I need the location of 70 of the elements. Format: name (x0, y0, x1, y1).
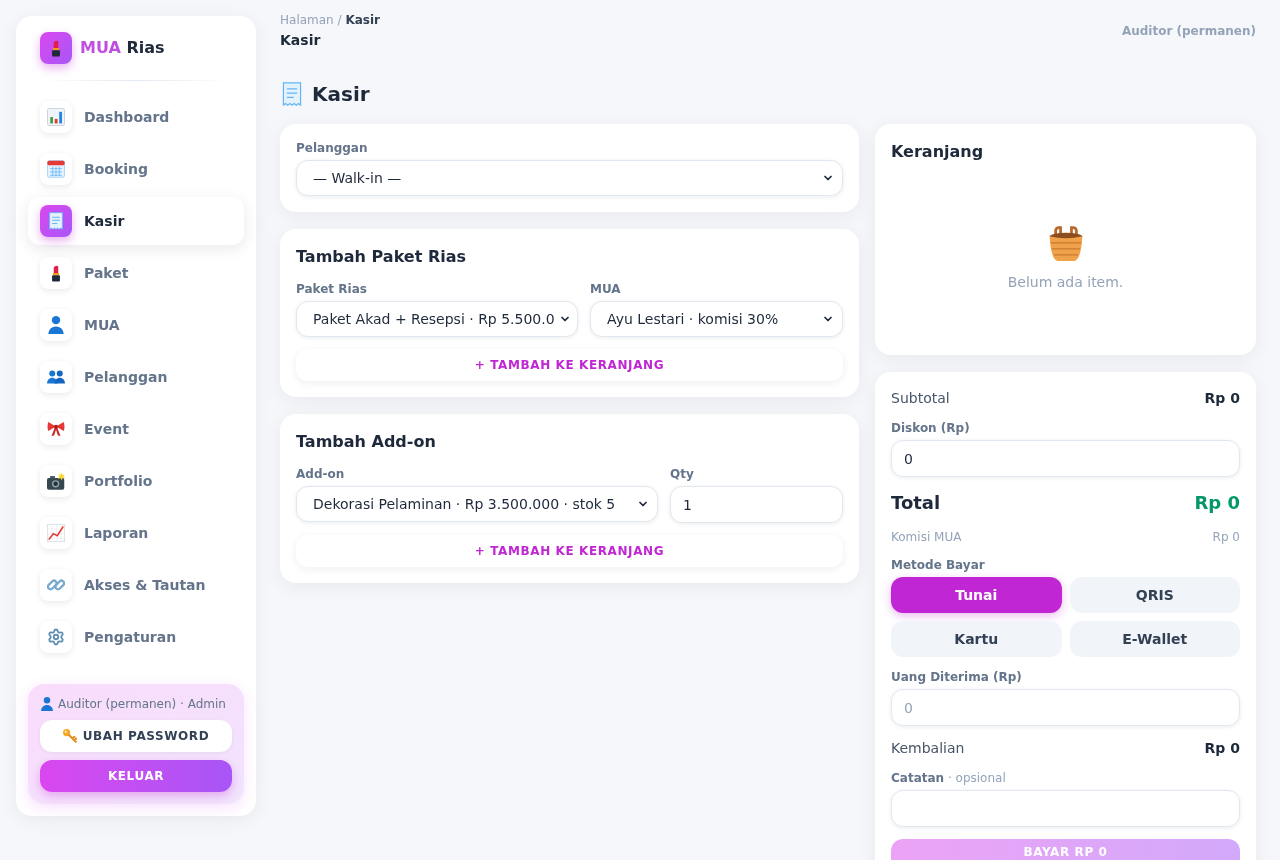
basket-icon (1047, 226, 1084, 262)
nav-item[interactable]: Paket (28, 249, 244, 297)
nav-item[interactable]: Portfolio (28, 457, 244, 505)
topbar-title: Kasir (280, 31, 322, 50)
change-label: Kembalian (891, 739, 965, 758)
add-to-cart-button[interactable]: + TAMBAH KE KERANJANG (296, 535, 843, 567)
field-label: Diskon (Rp) (891, 420, 971, 436)
payment-method-button[interactable]: Tunai (891, 577, 1062, 613)
nav-item[interactable]: Dashboard (28, 93, 244, 141)
nav-item[interactable]: Booking (28, 145, 244, 193)
nav-item[interactable]: Pengaturan (28, 613, 244, 661)
receipt-icon (280, 82, 304, 106)
nav-item[interactable]: Event (28, 405, 244, 453)
field-label: Uang Diterima (Rp) (891, 669, 1023, 685)
field-label: Paket Rias (296, 281, 368, 297)
field-label: Pelanggan (296, 140, 369, 156)
mua-select[interactable]: Ayu Lestari · komisi 30% (590, 301, 843, 337)
payment-method-button[interactable]: E-Wallet (1069, 621, 1240, 657)
calendar-icon (40, 153, 72, 185)
package-select[interactable]: Paket Akad + Resepsi · Rp 5.500.0 (296, 301, 578, 337)
subtotal-value: Rp 0 (1204, 389, 1240, 408)
card-title: Tambah Add-on (296, 431, 437, 453)
field-label: Add-on (296, 466, 346, 482)
commission-value: Rp 0 (1212, 529, 1240, 545)
note-input[interactable] (891, 790, 1240, 827)
commission-label: Komisi MUA (891, 529, 962, 545)
user-role-text: Auditor (permanen) · Admin (58, 696, 226, 712)
field-label: Catatan · opsional (891, 770, 1007, 786)
link-icon (40, 569, 72, 601)
user-icon (40, 309, 72, 341)
field-label: Qty (670, 466, 695, 482)
payment-method-button[interactable]: Kartu (891, 621, 1062, 657)
field-label: MUA (590, 281, 622, 297)
lipstick-icon (40, 257, 72, 289)
logout-button[interactable]: KELUAR (40, 760, 232, 792)
discount-input[interactable]: 0 (891, 440, 1240, 477)
breadcrumb: Halaman / Kasir (280, 12, 380, 28)
card-title: Tambah Paket Rias (296, 246, 468, 268)
nav-item[interactable]: Kasir (28, 197, 244, 245)
nav-item[interactable]: Laporan (28, 509, 244, 557)
addon-select[interactable]: Dekorasi Pelaminan · Rp 3.500.000 · stok 5 (296, 486, 658, 522)
user-icon (40, 697, 54, 711)
nav-item[interactable]: Pelanggan (28, 353, 244, 401)
total-value: Rp 0 (1194, 491, 1240, 515)
change-value: Rp 0 (1204, 739, 1240, 758)
payment-method-button[interactable]: QRIS (1069, 577, 1240, 613)
brand-name: MUA Rias (80, 37, 165, 59)
key-icon (62, 729, 77, 743)
nav-item[interactable]: Akses & Tautan (28, 561, 244, 609)
page-title: Kasir (312, 81, 370, 108)
bar-chart-icon (40, 101, 72, 133)
qty-input[interactable]: 1 (670, 486, 843, 523)
received-input[interactable]: 0 (891, 689, 1240, 726)
users-icon (40, 361, 72, 393)
lipstick-icon (40, 32, 72, 64)
receipt-icon (40, 205, 72, 237)
add-to-cart-button[interactable]: + TAMBAH KE KERANJANG (296, 349, 843, 381)
cart-title: Keranjang (891, 141, 985, 163)
total-label: Total (891, 491, 941, 515)
settings-icon (40, 621, 72, 653)
customer-select[interactable]: — Walk-in — (296, 160, 843, 196)
ribbon-bow-icon (40, 413, 72, 445)
change-password-button[interactable]: UBAH PASSWORD (40, 720, 232, 752)
empty-cart-text: Belum ada item. (1007, 273, 1124, 292)
subtotal-label: Subtotal (891, 389, 950, 408)
line-chart-icon (40, 517, 72, 549)
nav-item[interactable]: MUA (28, 301, 244, 349)
field-label: Metode Bayar (891, 557, 986, 573)
user-name: Auditor (permanen) (1121, 23, 1256, 39)
camera-icon (40, 465, 72, 497)
